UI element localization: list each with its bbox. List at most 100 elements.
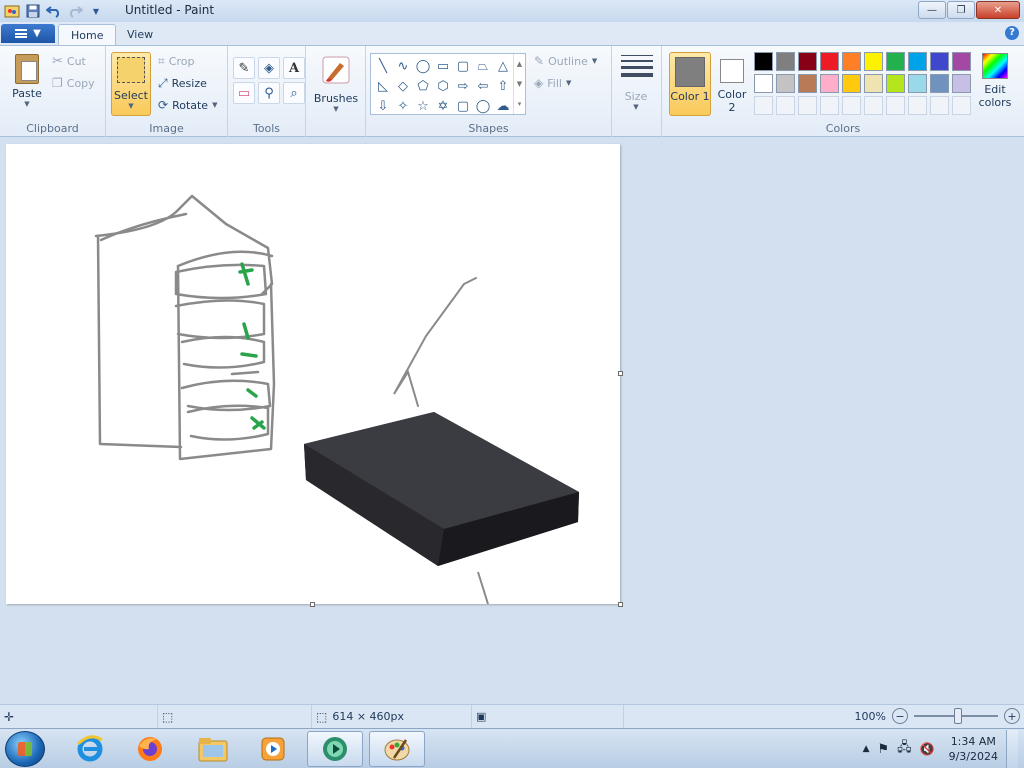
resize-handle-bottom[interactable] [310,602,315,607]
color1-button[interactable]: Color 1 [669,52,711,116]
palette-swatch[interactable] [754,74,773,93]
file-explorer-taskbar-icon[interactable] [185,731,241,767]
outline-button[interactable]: ✎ Outline ▼ [534,54,597,68]
oval-shape-icon[interactable]: ◯ [413,56,433,76]
palette-swatch[interactable] [864,74,883,93]
palette-swatch[interactable] [886,96,905,115]
up-arrow-shape-icon[interactable]: ⇧ [493,76,513,96]
eraser-icon[interactable]: ▭ [233,82,255,104]
palette-swatch[interactable] [842,52,861,71]
palette-swatch[interactable] [820,96,839,115]
media-center-taskbar-icon[interactable] [307,731,363,767]
zoom-out-icon[interactable]: − [892,708,908,724]
palette-swatch[interactable] [930,74,949,93]
palette-swatch[interactable] [776,74,795,93]
palette-swatch[interactable] [930,52,949,71]
palette-swatch[interactable] [952,74,971,93]
palette-swatch[interactable] [886,74,905,93]
palette-swatch[interactable] [776,96,795,115]
palette-swatch[interactable] [754,96,773,115]
triangle-shape-icon[interactable]: △ [493,56,513,76]
help-icon[interactable]: ? [1005,26,1019,40]
volume-muted-icon[interactable]: 🔇 [920,742,935,756]
cloud-callout-shape-icon[interactable]: ☁ [493,96,513,116]
cut-button[interactable]: ✂ Cut [52,54,86,69]
close-button[interactable]: ✕ [976,1,1020,19]
palette-swatch[interactable] [754,52,773,71]
paint-menu-button[interactable]: ▼ [1,24,55,43]
diamond-shape-icon[interactable]: ◇ [393,76,413,96]
network-icon[interactable]: 🖧 [897,738,912,760]
palette-swatch[interactable] [864,96,883,115]
six-point-star-shape-icon[interactable]: ✡ [433,96,453,116]
palette-swatch[interactable] [798,52,817,71]
color2-button[interactable]: Color 2 [714,52,750,116]
palette-swatch[interactable] [952,52,971,71]
resize-handle-right[interactable] [618,371,623,376]
rotate-button[interactable]: ⟳ Rotate ▼ [158,98,217,112]
palette-swatch[interactable] [820,74,839,93]
palette-swatch[interactable] [798,96,817,115]
paste-button[interactable]: Paste ▼ [8,54,46,108]
save-icon[interactable] [24,2,42,20]
rectangle-shape-icon[interactable]: ▭ [433,56,453,76]
hexagon-shape-icon[interactable]: ⬡ [433,76,453,96]
four-point-star-shape-icon[interactable]: ✧ [393,96,413,116]
curve-shape-icon[interactable]: ∿ [393,56,413,76]
expand-gallery-icon[interactable]: ▾ [518,100,522,108]
brushes-button[interactable]: Brushes ▼ [312,54,360,113]
media-player-taskbar-icon[interactable] [245,731,301,767]
line-shape-icon[interactable]: ╲ [373,56,393,76]
drawing-canvas[interactable] [6,144,623,607]
palette-swatch[interactable] [908,96,927,115]
internet-explorer-taskbar-icon[interactable] [62,731,118,767]
size-icon[interactable] [621,55,653,81]
palette-swatch[interactable] [908,74,927,93]
down-arrow-shape-icon[interactable]: ⇩ [373,96,393,116]
paint-taskbar-icon[interactable] [369,731,425,767]
palette-swatch[interactable] [776,52,795,71]
palette-swatch[interactable] [798,74,817,93]
paint-app-icon[interactable] [3,2,21,20]
fill-button[interactable]: ◈ Fill ▼ [534,76,571,90]
polygon-shape-icon[interactable]: ⏢ [473,56,493,76]
zoom-in-icon[interactable]: + [1004,708,1020,724]
five-point-star-shape-icon[interactable]: ☆ [413,96,433,116]
tab-home[interactable]: Home [58,24,117,45]
right-triangle-shape-icon[interactable]: ◺ [373,76,393,96]
pencil-icon[interactable]: ✎ [233,57,255,79]
fill-bucket-icon[interactable]: ◈ [258,57,280,79]
oval-callout-shape-icon[interactable]: ◯ [473,96,493,116]
pentagon-shape-icon[interactable]: ⬠ [413,76,433,96]
show-desktop-button[interactable] [1006,730,1018,768]
start-button[interactable] [5,731,45,767]
customize-quick-access-icon[interactable]: ▼ [87,2,105,20]
clock[interactable]: 1:34 AM 9/3/2024 [949,734,998,764]
firefox-taskbar-icon[interactable] [122,731,178,767]
left-arrow-shape-icon[interactable]: ⇦ [473,76,493,96]
tab-view[interactable]: View [115,24,165,45]
shapes-gallery[interactable]: ╲ ∿ ◯ ▭ ▢ ⏢ △ ◺ ◇ ⬠ ⬡ ⇨ ⇦ ⇧ ⇩ ✧ ☆ ✡ ▢ ◯ … [370,53,526,115]
copy-button[interactable]: ❐ Copy [52,76,95,90]
resize-button[interactable]: ⤢ Resize [158,76,207,91]
palette-swatch[interactable] [864,52,883,71]
palette-swatch[interactable] [886,52,905,71]
minimize-button[interactable]: — [918,1,946,19]
redo-icon[interactable] [66,2,84,20]
palette-swatch[interactable] [820,52,839,71]
zoom-slider[interactable] [914,708,998,724]
palette-swatch[interactable] [952,96,971,115]
zoom-slider-thumb[interactable] [954,708,962,724]
palette-swatch[interactable] [842,96,861,115]
action-center-flag-icon[interactable]: ⚑ [877,742,889,757]
resize-handle-corner[interactable] [618,602,623,607]
shapes-scrollbar[interactable]: ▲ ▼ ▾ [513,54,525,114]
scroll-up-icon[interactable]: ▲ [517,60,522,68]
maximize-button[interactable]: ❐ [947,1,975,19]
palette-swatch[interactable] [842,74,861,93]
palette-swatch[interactable] [930,96,949,115]
undo-icon[interactable] [45,2,63,20]
rounded-callout-shape-icon[interactable]: ▢ [453,96,473,116]
magnifier-icon[interactable]: ⌕ [283,82,305,104]
crop-button[interactable]: ⌗ Crop [158,54,194,69]
